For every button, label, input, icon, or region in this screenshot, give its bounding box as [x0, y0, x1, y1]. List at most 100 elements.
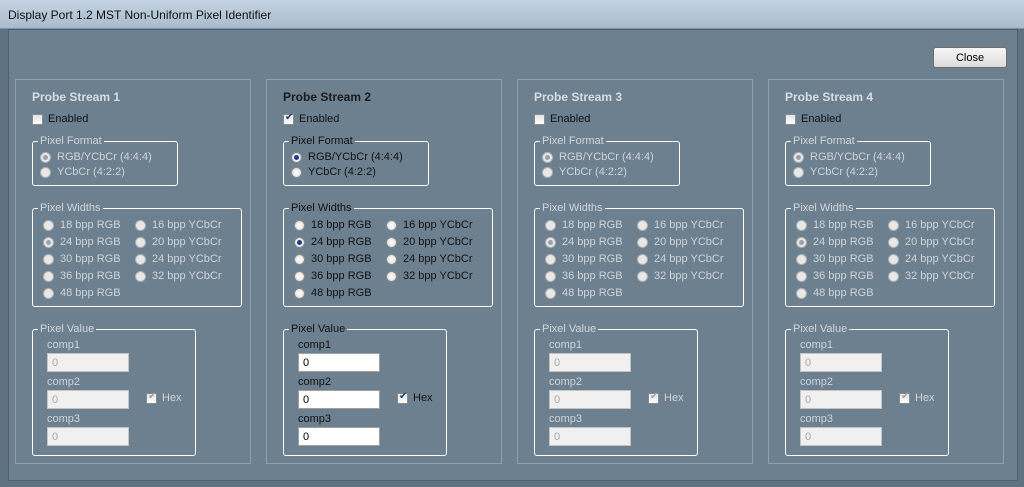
pixel-width-option[interactable]: 24 bpp YCbCr	[888, 253, 975, 265]
enabled-checkbox-row[interactable]: Enabled	[534, 113, 590, 125]
hex-checkbox-row[interactable]: Hex	[648, 391, 684, 404]
pixel-width-option[interactable]: 32 bpp YCbCr	[637, 270, 724, 282]
pixel-width-option[interactable]: 36 bpp RGB	[796, 270, 874, 282]
radio-button[interactable]	[545, 236, 556, 248]
enabled-checkbox[interactable]	[283, 112, 294, 125]
comp1-input[interactable]	[47, 353, 129, 372]
radio-button[interactable]	[43, 236, 54, 248]
hex-checkbox[interactable]	[146, 391, 157, 404]
pixel-format-option[interactable]: YCbCr (4:2:2)	[542, 166, 627, 178]
pixel-width-option[interactable]: 24 bpp YCbCr	[386, 253, 473, 265]
pixel-width-option[interactable]: 16 bpp YCbCr	[386, 219, 473, 231]
pixel-width-option[interactable]: 36 bpp RGB	[294, 270, 372, 282]
radio-button[interactable]	[135, 253, 146, 265]
radio-button[interactable]	[888, 236, 899, 248]
radio-button[interactable]	[135, 219, 146, 231]
pixel-width-option[interactable]: 24 bpp RGB	[796, 236, 874, 248]
radio-button[interactable]	[43, 253, 54, 265]
radio-button[interactable]	[43, 287, 54, 299]
radio-button[interactable]	[793, 151, 804, 163]
comp3-input[interactable]	[298, 427, 380, 446]
comp3-input[interactable]	[549, 427, 631, 446]
radio-button[interactable]	[386, 219, 397, 231]
enabled-checkbox-row[interactable]: Enabled	[32, 113, 88, 125]
radio-button[interactable]	[637, 253, 648, 265]
radio-button[interactable]	[294, 287, 305, 299]
enabled-checkbox[interactable]	[32, 113, 43, 125]
pixel-format-option[interactable]: YCbCr (4:2:2)	[40, 166, 125, 178]
radio-button[interactable]	[545, 219, 556, 231]
comp1-input[interactable]	[298, 353, 380, 372]
radio-button[interactable]	[135, 236, 146, 248]
close-button[interactable]: Close	[933, 47, 1007, 68]
pixel-width-option[interactable]: 24 bpp YCbCr	[637, 253, 724, 265]
pixel-width-option[interactable]: 18 bpp RGB	[545, 219, 623, 231]
pixel-width-option[interactable]: 32 bpp YCbCr	[386, 270, 473, 282]
pixel-format-option[interactable]: YCbCr (4:2:2)	[793, 166, 878, 178]
comp3-input[interactable]	[47, 427, 129, 446]
radio-button[interactable]	[545, 287, 556, 299]
radio-button[interactable]	[637, 219, 648, 231]
pixel-width-option[interactable]: 16 bpp YCbCr	[637, 219, 724, 231]
comp3-input[interactable]	[800, 427, 882, 446]
comp1-input[interactable]	[800, 353, 882, 372]
pixel-width-option[interactable]: 32 bpp YCbCr	[135, 270, 222, 282]
hex-checkbox-row[interactable]: Hex	[146, 391, 182, 404]
radio-button[interactable]	[135, 270, 146, 282]
pixel-width-option[interactable]: 30 bpp RGB	[796, 253, 874, 265]
radio-button[interactable]	[294, 270, 305, 282]
pixel-width-option[interactable]: 24 bpp RGB	[294, 236, 372, 248]
enabled-checkbox[interactable]	[534, 113, 545, 125]
hex-checkbox[interactable]	[648, 391, 659, 404]
radio-button[interactable]	[796, 236, 807, 248]
radio-button[interactable]	[796, 270, 807, 282]
pixel-width-option[interactable]: 30 bpp RGB	[43, 253, 121, 265]
pixel-width-option[interactable]: 20 bpp YCbCr	[637, 236, 724, 248]
radio-button[interactable]	[386, 253, 397, 265]
pixel-format-option[interactable]: RGB/YCbCr (4:4:4)	[793, 151, 905, 163]
pixel-width-option[interactable]: 18 bpp RGB	[796, 219, 874, 231]
pixel-width-option[interactable]: 20 bpp YCbCr	[888, 236, 975, 248]
pixel-width-option[interactable]: 24 bpp RGB	[43, 236, 121, 248]
pixel-width-option[interactable]: 36 bpp RGB	[545, 270, 623, 282]
hex-checkbox[interactable]	[899, 391, 910, 404]
pixel-width-option[interactable]: 16 bpp YCbCr	[888, 219, 975, 231]
radio-button[interactable]	[637, 270, 648, 282]
pixel-format-option[interactable]: RGB/YCbCr (4:4:4)	[40, 151, 152, 163]
radio-button[interactable]	[294, 219, 305, 231]
pixel-width-option[interactable]: 24 bpp RGB	[545, 236, 623, 248]
radio-button[interactable]	[386, 270, 397, 282]
radio-button[interactable]	[43, 270, 54, 282]
radio-button[interactable]	[43, 219, 54, 231]
radio-button[interactable]	[291, 151, 302, 163]
hex-checkbox-row[interactable]: Hex	[899, 391, 935, 404]
enabled-checkbox-row[interactable]: Enabled	[283, 112, 339, 125]
pixel-width-option[interactable]: 20 bpp YCbCr	[386, 236, 473, 248]
radio-button[interactable]	[545, 270, 556, 282]
pixel-width-option[interactable]: 24 bpp YCbCr	[135, 253, 222, 265]
radio-button[interactable]	[888, 219, 899, 231]
radio-button[interactable]	[796, 219, 807, 231]
radio-button[interactable]	[40, 151, 51, 163]
pixel-width-option[interactable]: 48 bpp RGB	[545, 287, 623, 299]
pixel-width-option[interactable]: 48 bpp RGB	[43, 287, 121, 299]
radio-button[interactable]	[542, 166, 553, 178]
radio-button[interactable]	[386, 236, 397, 248]
enabled-checkbox[interactable]	[785, 113, 796, 125]
hex-checkbox-row[interactable]: Hex	[397, 391, 433, 404]
comp1-input[interactable]	[549, 353, 631, 372]
comp2-input[interactable]	[47, 390, 129, 409]
comp2-input[interactable]	[298, 390, 380, 409]
pixel-width-option[interactable]: 30 bpp RGB	[545, 253, 623, 265]
pixel-width-option[interactable]: 20 bpp YCbCr	[135, 236, 222, 248]
pixel-format-option[interactable]: RGB/YCbCr (4:4:4)	[542, 151, 654, 163]
pixel-width-option[interactable]: 36 bpp RGB	[43, 270, 121, 282]
pixel-format-option[interactable]: RGB/YCbCr (4:4:4)	[291, 151, 403, 163]
radio-button[interactable]	[542, 151, 553, 163]
radio-button[interactable]	[294, 236, 305, 248]
comp2-input[interactable]	[549, 390, 631, 409]
radio-button[interactable]	[793, 166, 804, 178]
hex-checkbox[interactable]	[397, 391, 408, 404]
radio-button[interactable]	[294, 253, 305, 265]
pixel-format-option[interactable]: YCbCr (4:2:2)	[291, 166, 376, 178]
